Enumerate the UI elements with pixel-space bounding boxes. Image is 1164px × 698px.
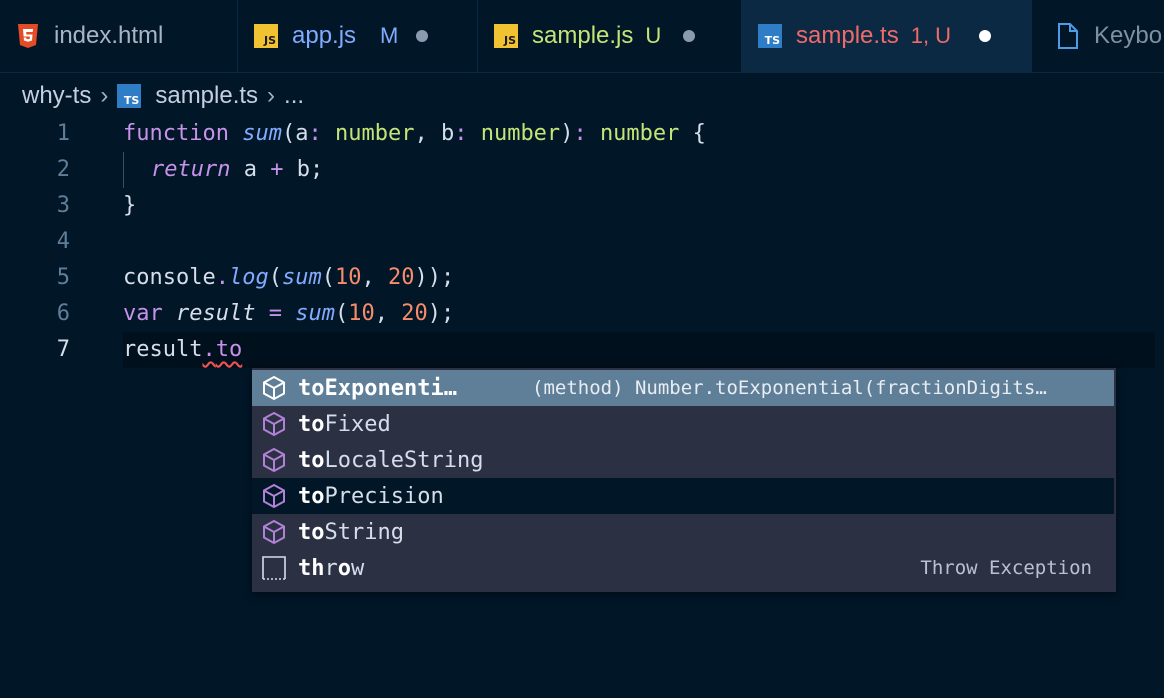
tab-app-js[interactable]: JS app.js M xyxy=(238,0,478,72)
suggestion-item[interactable]: toPrecision xyxy=(252,478,1114,514)
suggestion-label: toPrecision xyxy=(298,483,444,509)
html5-icon xyxy=(16,24,40,48)
suggestion-label: toLocaleString xyxy=(298,447,484,473)
file-icon xyxy=(1056,23,1080,49)
line-number: 6 xyxy=(56,301,70,326)
code-line: 6 var result = sum(10, 20); xyxy=(0,296,1164,332)
code-line: 5 console.log(sum(10, 20)); xyxy=(0,260,1164,296)
tab-label: Keybo xyxy=(1094,22,1163,49)
code-line: 3 } xyxy=(0,188,1164,224)
unsaved-dot-icon[interactable] xyxy=(979,30,992,42)
suggestion-item[interactable]: toFixed xyxy=(252,406,1114,442)
suggestion-label: throw xyxy=(298,555,365,581)
tab-sample-ts[interactable]: TS sample.ts 1, U xyxy=(742,0,1032,72)
snippet-icon xyxy=(260,554,288,582)
tab-label: sample.js xyxy=(532,22,634,49)
javascript-icon: JS xyxy=(494,24,518,48)
editor-tab-bar: index.html JS app.js M JS sample.js U TS… xyxy=(0,0,1164,73)
breadcrumb-file[interactable]: sample.ts xyxy=(155,82,258,110)
code-text: function sum(a: number, b: number): numb… xyxy=(123,121,706,146)
unsaved-dot-icon[interactable] xyxy=(416,30,429,42)
suggestion-item[interactable]: toExponenti… (method) Number.toExponenti… xyxy=(252,370,1114,406)
code-text: var result = sum(10, 20); xyxy=(123,301,455,326)
suggestion-label: toExponenti… xyxy=(298,375,457,401)
method-cube-icon xyxy=(260,374,288,402)
code-text: console.log(sum(10, 20)); xyxy=(123,265,455,290)
code-text: return a + b; xyxy=(151,157,324,182)
breadcrumb-folder[interactable]: why-ts xyxy=(22,82,91,110)
tab-label: index.html xyxy=(54,22,164,49)
line-number: 2 xyxy=(56,157,70,182)
line-number: 3 xyxy=(56,193,70,218)
tab-label: sample.ts xyxy=(796,22,899,49)
code-line: 7 result.to xyxy=(0,332,1164,368)
suggestion-item[interactable]: throw Throw Exception xyxy=(252,550,1114,586)
typescript-icon: TS xyxy=(758,24,782,48)
line-number: 7 xyxy=(56,337,70,362)
suggestion-item[interactable]: toLocaleString xyxy=(252,442,1114,478)
code-text: result.to xyxy=(123,337,243,362)
line-number: 4 xyxy=(56,229,70,254)
breadcrumb-more[interactable]: ... xyxy=(284,82,304,110)
method-cube-icon xyxy=(260,482,288,510)
tab-keyboard-shortcuts[interactable]: Keybo xyxy=(1032,0,1164,72)
tab-sample-js[interactable]: JS sample.js U xyxy=(478,0,742,72)
suggestion-label: toString xyxy=(298,519,404,545)
suggestion-item[interactable]: toString xyxy=(252,514,1114,550)
chevron-right-icon: › xyxy=(100,82,109,109)
javascript-icon: JS xyxy=(254,24,278,48)
suggestion-label: toFixed xyxy=(298,411,391,437)
git-status-badge: M xyxy=(380,23,399,48)
suggestion-detail: (method) Number.toExponential(fractionDi… xyxy=(532,377,1047,399)
suggestion-detail: Throw Exception xyxy=(920,557,1092,579)
git-status-badge: U xyxy=(645,23,662,48)
method-cube-icon xyxy=(260,518,288,546)
tab-index-html[interactable]: index.html xyxy=(0,0,238,72)
code-line: 2 return a + b; xyxy=(0,152,1164,188)
method-cube-icon xyxy=(260,446,288,474)
code-line: 1 function sum(a: number, b: number): nu… xyxy=(0,116,1164,152)
code-text: } xyxy=(123,193,137,218)
problem-status-badge: 1, U xyxy=(910,23,952,48)
autocomplete-suggest-widget: toExponenti… (method) Number.toExponenti… xyxy=(252,368,1116,592)
typescript-icon: TS xyxy=(117,84,142,108)
code-line: 4 xyxy=(0,224,1164,260)
line-number: 1 xyxy=(56,121,70,146)
chevron-right-icon: › xyxy=(267,82,276,109)
breadcrumb: why-ts › TS sample.ts › ... xyxy=(22,78,304,114)
line-number: 5 xyxy=(56,265,70,290)
method-cube-icon xyxy=(260,410,288,438)
unsaved-dot-icon[interactable] xyxy=(683,30,696,42)
indent-guide xyxy=(123,152,124,188)
tab-label: app.js xyxy=(292,22,357,49)
